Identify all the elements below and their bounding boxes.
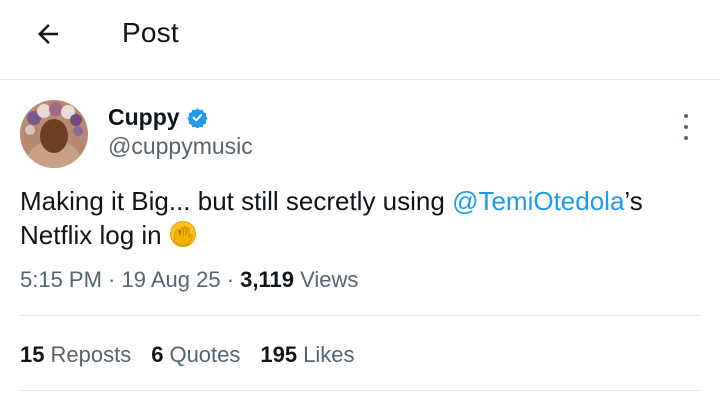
face-with-peeking-eye-emoji (169, 221, 196, 247)
divider (20, 390, 700, 391)
more-vertical-icon (684, 114, 688, 118)
page-title: Post (122, 17, 179, 48)
divider (20, 315, 700, 316)
reposts-stat[interactable]: 15 Reposts (20, 342, 131, 368)
likes-stat[interactable]: 195 Likes (260, 342, 354, 368)
engagement-stats: 15 Reposts 6 Quotes 195 Likes (20, 342, 374, 368)
post-text: Making it Big... but still secretly usin… (20, 186, 643, 250)
post-time[interactable]: 5:15 PM (20, 267, 102, 292)
more-options-button[interactable] (676, 114, 696, 140)
quotes-stat[interactable]: 6 Quotes (151, 342, 240, 368)
post-date[interactable]: 19 Aug 25 (122, 267, 221, 292)
author-name-row[interactable]: Cuppy (108, 104, 208, 131)
views-label: Views (294, 267, 359, 292)
arrow-left-icon (38, 24, 58, 44)
avatar[interactable] (20, 100, 88, 168)
verified-badge-icon (186, 108, 208, 128)
top-bar: Post (0, 0, 720, 80)
views-count: 3,119 (240, 267, 295, 292)
back-button[interactable] (28, 14, 68, 54)
author-name[interactable]: Cuppy (108, 104, 180, 131)
post-meta: 5:15 PM · 19 Aug 25 · 3,119 Views (20, 267, 359, 292)
mention-link[interactable]: @TemiOtedola (452, 186, 624, 216)
author-handle[interactable]: @cuppymusic (108, 133, 253, 160)
